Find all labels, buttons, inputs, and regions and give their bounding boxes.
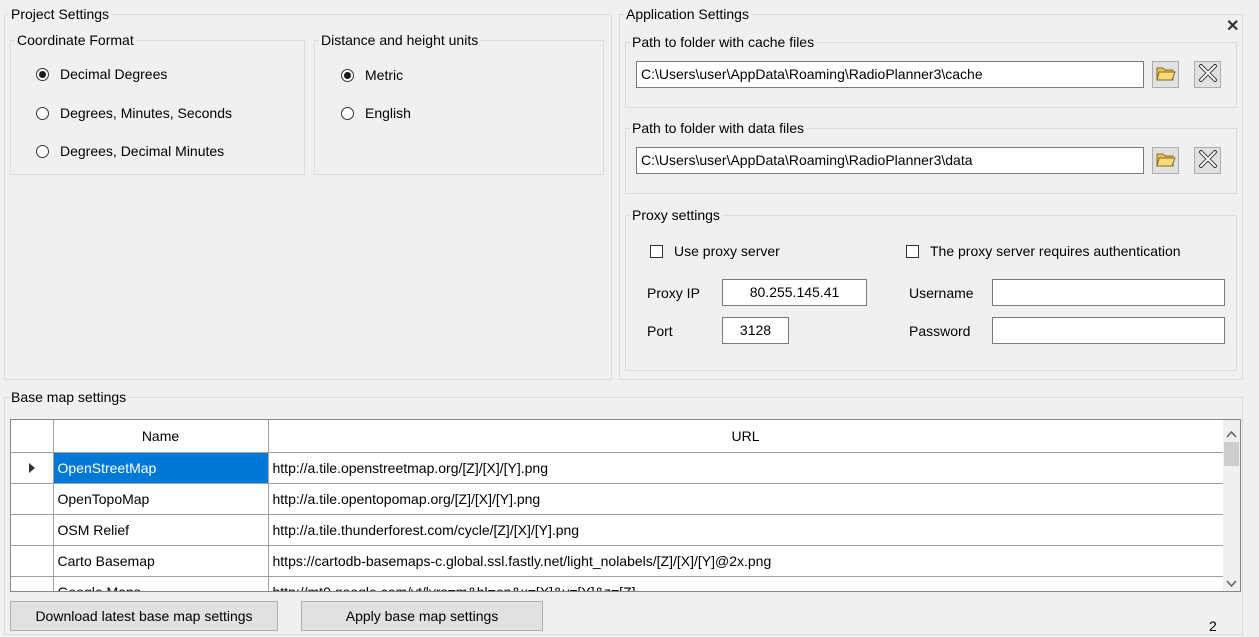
table-row[interactable]: Google Maps http://mt0.google.com/vt/lyr… xyxy=(11,575,1224,591)
row-header-current[interactable] xyxy=(11,451,54,484)
checkbox-box xyxy=(650,244,663,258)
clear-cache-button[interactable] xyxy=(1194,61,1221,88)
name-cell[interactable]: OSM Relief xyxy=(52,513,269,546)
password-field[interactable] xyxy=(992,317,1225,344)
row-header-corner xyxy=(11,420,54,453)
radio-dot xyxy=(36,144,49,158)
base-map-grid[interactable]: Name URL OpenStreetMap http://a.tile.ope… xyxy=(10,419,1241,592)
clear-x-icon xyxy=(1198,63,1218,86)
browse-cache-button[interactable] xyxy=(1152,61,1179,88)
radio-label: English xyxy=(365,105,411,121)
application-settings-title: Application Settings xyxy=(626,6,749,22)
password-label: Password xyxy=(909,323,971,339)
name-cell[interactable]: OpenStreetMap xyxy=(52,451,269,484)
radio-label: Degrees, Decimal Minutes xyxy=(60,143,225,159)
row-header[interactable] xyxy=(11,544,54,577)
checkbox-label: Use proxy server xyxy=(674,243,780,259)
radio-label: Metric xyxy=(365,67,404,83)
row-header[interactable] xyxy=(11,575,54,591)
username-label: Username xyxy=(909,285,974,301)
cache-folder-title: Path to folder with cache files xyxy=(632,34,815,50)
base-map-settings-title: Base map settings xyxy=(11,389,127,405)
scroll-down-arrow-icon[interactable] xyxy=(1226,575,1237,591)
name-cell[interactable]: Google Maps xyxy=(52,575,269,591)
browse-data-button[interactable] xyxy=(1152,147,1179,174)
base-map-table: Name URL OpenStreetMap http://a.tile.ope… xyxy=(11,420,1224,591)
row-header[interactable] xyxy=(11,482,54,515)
radio-english[interactable]: English xyxy=(341,103,411,123)
download-base-map-settings-button[interactable]: Download latest base map settings xyxy=(10,601,278,631)
username-field[interactable] xyxy=(992,279,1225,306)
proxy-ip-field[interactable]: 80.255.145.41 xyxy=(722,279,867,306)
proxy-auth-checkbox[interactable]: The proxy server requires authentication xyxy=(906,241,1181,261)
url-cell[interactable]: http://a.tile.opentopomap.org/[Z]/[X]/[Y… xyxy=(267,482,1224,515)
radio-label: Degrees, Minutes, Seconds xyxy=(60,105,232,121)
clear-x-icon xyxy=(1198,149,1218,172)
url-cell[interactable]: https://cartodb-basemaps-c.global.ssl.fa… xyxy=(267,544,1224,577)
proxy-settings-title: Proxy settings xyxy=(632,207,720,223)
data-path-field[interactable]: C:\Users\user\AppData\Roaming\RadioPlann… xyxy=(636,147,1144,174)
radio-dot xyxy=(341,106,354,120)
row-header[interactable] xyxy=(11,513,54,546)
checkbox-box xyxy=(906,244,919,258)
table-row[interactable]: OpenTopoMap http://a.tile.opentopomap.or… xyxy=(11,482,1224,515)
cache-path-field[interactable]: C:\Users\user\AppData\Roaming\RadioPlann… xyxy=(636,61,1144,88)
table-row[interactable]: Carto Basemap https://cartodb-basemaps-c… xyxy=(11,544,1224,577)
distance-units-title: Distance and height units xyxy=(321,32,479,48)
data-folder-title: Path to folder with data files xyxy=(632,120,804,136)
table-row[interactable]: OpenStreetMap http://a.tile.openstreetma… xyxy=(11,451,1224,484)
folder-open-icon xyxy=(1155,64,1176,85)
column-header-url[interactable]: URL xyxy=(267,420,1224,453)
port-label: Port xyxy=(647,323,673,339)
clear-data-button[interactable] xyxy=(1194,147,1221,174)
table-row[interactable]: OSM Relief http://a.tile.thunderforest.c… xyxy=(11,513,1224,546)
project-settings-title: Project Settings xyxy=(11,6,110,22)
checkbox-label: The proxy server requires authentication xyxy=(930,243,1181,259)
radio-decimal-degrees[interactable]: Decimal Degrees xyxy=(36,64,167,84)
radio-degrees-decimal-minutes[interactable]: Degrees, Decimal Minutes xyxy=(36,141,224,161)
coordinate-format-title: Coordinate Format xyxy=(17,32,134,48)
radio-label: Decimal Degrees xyxy=(60,66,168,82)
radio-dot-checked xyxy=(341,68,354,82)
proxy-ip-label: Proxy IP xyxy=(647,285,700,301)
name-cell[interactable]: OpenTopoMap xyxy=(52,482,269,515)
name-cell[interactable]: Carto Basemap xyxy=(52,544,269,577)
grid-vertical-scrollbar[interactable] xyxy=(1223,420,1240,591)
use-proxy-checkbox[interactable]: Use proxy server xyxy=(650,241,780,261)
folder-open-icon xyxy=(1155,150,1176,171)
scroll-up-arrow-icon[interactable] xyxy=(1226,425,1237,441)
url-cell[interactable]: http://a.tile.thunderforest.com/cycle/[Z… xyxy=(267,513,1224,546)
current-row-arrow-icon xyxy=(28,460,36,476)
status-number: 2 xyxy=(1209,618,1217,634)
apply-base-map-settings-button[interactable]: Apply base map settings xyxy=(301,601,543,631)
scroll-thumb[interactable] xyxy=(1224,442,1239,466)
radio-degrees-minutes-seconds[interactable]: Degrees, Minutes, Seconds xyxy=(36,103,232,123)
port-field[interactable]: 3128 xyxy=(722,317,789,344)
url-cell[interactable]: http://a.tile.openstreetmap.org/[Z]/[X]/… xyxy=(267,451,1224,484)
radio-metric[interactable]: Metric xyxy=(341,65,403,85)
column-header-name[interactable]: Name xyxy=(52,420,269,453)
radio-dot xyxy=(36,106,49,120)
grid-header-row: Name URL xyxy=(11,420,1224,453)
radio-dot-checked xyxy=(36,67,49,81)
url-cell[interactable]: http://mt0.google.com/vt/lyrs=m&hl=en&x=… xyxy=(267,575,1224,591)
